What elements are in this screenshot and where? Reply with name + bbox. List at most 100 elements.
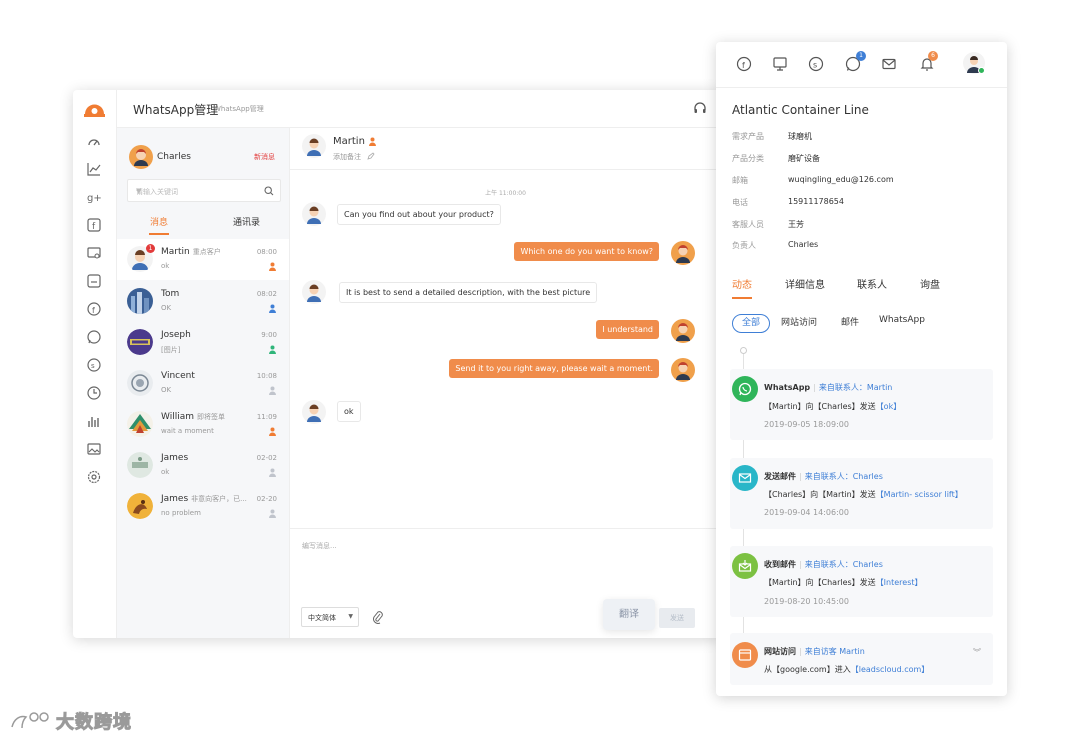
conversation-time: 08:00 xyxy=(256,248,277,256)
headset-icon[interactable] xyxy=(693,101,707,115)
conversation-item-joseph[interactable]: Joseph [图片] 9:00 xyxy=(117,322,289,363)
filter-all[interactable]: 全部 xyxy=(732,314,770,333)
message-composer[interactable]: 编写消息... 中文简体 ▼ 翻译 发送 xyxy=(290,528,721,638)
attachment-icon[interactable] xyxy=(372,611,384,624)
message-bubble-incoming[interactable]: Can you find out about your product? xyxy=(337,204,501,225)
conversation-item-james-2[interactable]: James 非意向客户，已... no problem 02-20 xyxy=(117,486,289,527)
add-note-link[interactable]: 添加备注 xyxy=(333,152,361,162)
mail-receive-icon xyxy=(732,553,758,579)
conversation-preview: no problem xyxy=(161,509,201,517)
contact-avatar[interactable] xyxy=(302,134,326,158)
conversation-name: James 非意向客户，已... xyxy=(161,494,247,504)
avatar xyxy=(127,370,153,396)
inbox-icon[interactable] xyxy=(86,273,102,289)
chevron-down-icon[interactable]: ▼ xyxy=(136,187,258,195)
skype-icon[interactable]: s xyxy=(808,56,824,72)
monitor-icon[interactable] xyxy=(86,245,102,261)
message-bubble-outgoing[interactable]: Send it to you right away, please wait a… xyxy=(449,359,659,378)
search-icon[interactable] xyxy=(264,186,274,196)
tab-activity[interactable]: 动态 xyxy=(732,276,752,291)
filter-whatsapp[interactable]: WhatsApp xyxy=(879,315,925,325)
activity-card-whatsapp[interactable]: WhatsApp | 来自联系人：Martin 【Martin】向【Charles】… xyxy=(730,369,993,440)
message-bubble-incoming[interactable]: It is best to send a detailed descriptio… xyxy=(339,282,598,303)
contact-name: Martin xyxy=(333,136,365,147)
new-message-link[interactable]: 新消息 xyxy=(254,152,275,162)
svg-text:s: s xyxy=(91,362,95,370)
conversation-item-vincent[interactable]: Vincent OK 10:08 xyxy=(117,363,289,404)
conversation-name: Martin 重点客户 xyxy=(161,247,221,257)
bar-chart-icon[interactable] xyxy=(86,413,102,429)
avatar xyxy=(127,493,153,519)
user-avatar xyxy=(671,319,695,343)
conversation-preview: [图片] xyxy=(161,346,181,354)
browser-icon xyxy=(732,642,758,668)
translate-button[interactable]: 翻译 xyxy=(603,599,655,630)
mail-icon[interactable] xyxy=(881,56,897,72)
message-bubble-incoming[interactable]: ok xyxy=(337,401,361,422)
clock-icon[interactable] xyxy=(86,385,102,401)
tab-contacts[interactable]: 联系人 xyxy=(857,276,887,291)
tab-inquiries[interactable]: 询盘 xyxy=(920,276,940,291)
conversation-item-james[interactable]: James ok 02-02 xyxy=(117,445,289,486)
tab-contacts[interactable]: 通讯录 xyxy=(233,215,260,228)
svg-text:f: f xyxy=(742,61,745,70)
facebook-icon[interactable]: f xyxy=(86,217,102,233)
field-label: 产品分类 xyxy=(732,154,764,163)
message-bubble-outgoing[interactable]: I understand xyxy=(596,320,659,339)
tab-details[interactable]: 详细信息 xyxy=(785,276,825,291)
panel-toolbar: f s 1 6 xyxy=(716,42,1007,88)
contact-avatar xyxy=(302,400,326,424)
conversation-time: 9:00 xyxy=(261,331,277,339)
conversation-name: William 即将签单 xyxy=(161,412,225,422)
person-icon xyxy=(269,509,276,518)
monitor-icon[interactable] xyxy=(772,56,788,72)
conversation-preview: ok xyxy=(161,262,170,270)
image-icon[interactable] xyxy=(86,441,102,457)
whatsapp-icon xyxy=(732,376,758,402)
search-input[interactable]: 请输入关键词 ▼ xyxy=(127,179,281,202)
dashboard-icon[interactable] xyxy=(86,133,102,149)
message-bubble-outgoing[interactable]: Which one do you want to know? xyxy=(514,242,659,261)
facebook-icon[interactable]: f xyxy=(736,56,752,72)
activity-date: 2019-09-05 18:09:00 xyxy=(764,420,849,429)
skype-icon[interactable]: s xyxy=(86,357,102,373)
person-icon xyxy=(269,304,276,313)
svg-text:g+: g+ xyxy=(87,193,102,204)
current-user-name: Charles xyxy=(157,152,191,162)
expand-chevron-icon[interactable]: ︾ xyxy=(973,647,981,658)
person-icon xyxy=(269,262,276,271)
whatsapp-nav-icon[interactable] xyxy=(86,329,102,345)
conversation-sidebar: Charles 新消息 请输入关键词 ▼ 消息 通讯录 1 Martin 重点客户… xyxy=(117,128,290,638)
google-plus-icon[interactable]: g+ xyxy=(86,189,102,205)
person-icon xyxy=(269,468,276,477)
conversation-item-william[interactable]: William 即将签单 wait a moment 11:09 xyxy=(117,404,289,445)
conversation-item-tom[interactable]: Tom OK 08:02 xyxy=(117,281,289,322)
person-icon xyxy=(269,345,276,354)
activity-title: 网站访问 | 来自访客 Martin xyxy=(764,647,865,656)
activity-title: WhatsApp | 来自联系人：Martin xyxy=(764,383,893,392)
composer-placeholder: 编写消息... xyxy=(302,542,337,550)
activity-date: 2019-09-04 14:06:00 xyxy=(764,508,849,517)
activity-card-email-received[interactable]: 收到邮件 | 来自联系人：Charles 【Martin】向【Charles】发送【… xyxy=(730,546,993,617)
activity-card-email-sent[interactable]: 发送邮件 | 来自联系人：Charles 【Charles】向【Martin】发送【… xyxy=(730,458,993,529)
settings-icon[interactable] xyxy=(86,469,102,485)
field-value: 球磨机 xyxy=(788,132,812,141)
person-icon xyxy=(269,427,276,436)
edit-icon[interactable] xyxy=(367,152,375,160)
whatsapp-manager-window: g+ f f s WhatsApp管理 WhatsApp管理 Charles 新… xyxy=(73,90,721,638)
analytics-icon[interactable] xyxy=(86,161,102,177)
conversation-item-martin[interactable]: 1 Martin 重点客户 ok 08:00 xyxy=(117,239,289,280)
contact-avatar xyxy=(302,280,326,304)
person-icon xyxy=(269,386,276,395)
language-select[interactable]: 中文简体 ▼ xyxy=(301,607,359,627)
activity-card-website-visit[interactable]: 网站访问 | 来自访客 Martin 从【google.com】进入【leadscl… xyxy=(730,633,993,685)
tab-messages[interactable]: 消息 xyxy=(150,215,168,228)
field-value: 磨矿设备 xyxy=(788,154,820,163)
company-name: Atlantic Container Line xyxy=(732,103,869,117)
filter-email[interactable]: 邮件 xyxy=(841,315,859,328)
conversation-name: Joseph xyxy=(161,330,191,340)
filter-website-visits[interactable]: 网站访问 xyxy=(781,315,817,328)
facebook-circle-icon[interactable]: f xyxy=(86,301,102,317)
send-button[interactable]: 发送 xyxy=(659,608,695,628)
field-value: Charles xyxy=(788,240,819,249)
